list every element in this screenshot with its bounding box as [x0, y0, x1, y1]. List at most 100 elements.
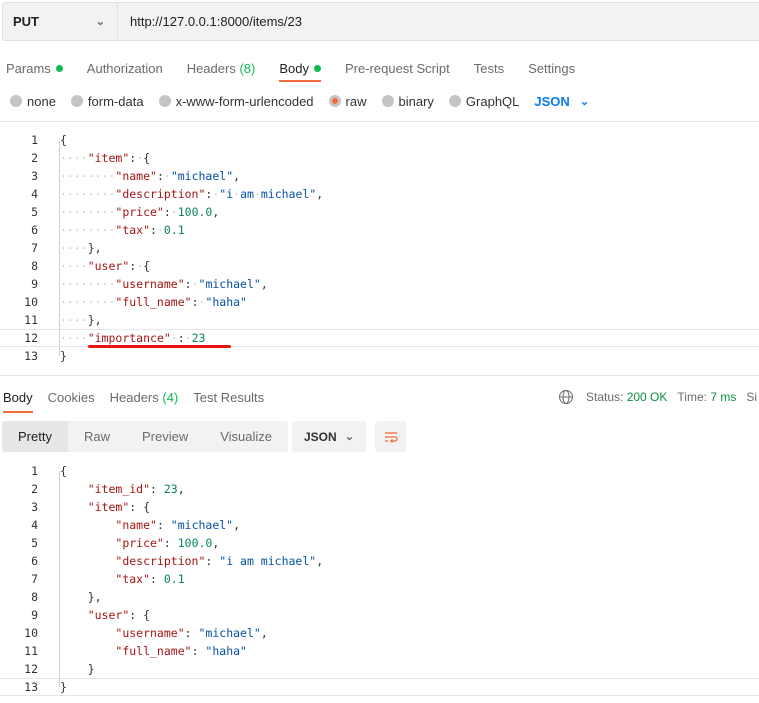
json-punct: { [60, 464, 67, 478]
code-content: "description": "i am michael", [60, 554, 323, 568]
json-punct: :· [150, 223, 164, 237]
radio-circle [328, 95, 341, 107]
json-key: "tax" [115, 572, 151, 586]
code-content: }, [60, 590, 102, 604]
tab-params[interactable]: Params [6, 56, 63, 80]
whitespace: ···· [60, 151, 88, 165]
globe-icon[interactable] [558, 389, 574, 405]
tab-body[interactable]: Body [279, 56, 321, 82]
radio-label: GraphQL [465, 93, 520, 109]
radio-binary[interactable]: binary [381, 93, 434, 109]
json-punct: } [60, 680, 67, 694]
code-line: 13} [0, 678, 759, 696]
json-punct: } [87, 662, 95, 676]
response-status: Status: 200 OK Time: 7 ms Si [558, 389, 757, 405]
view-mode-raw[interactable]: Raw [68, 421, 126, 452]
time-value: 7 ms [710, 390, 737, 404]
code-line: 5 "price": 100.0, [0, 534, 759, 552]
line-number: 13 [24, 349, 38, 363]
code-line: 4 ········ "description":· "i·am·michael", [0, 185, 759, 203]
radio-x-www-form-urlencoded[interactable]: x-www-form-urlencoded [158, 94, 314, 109]
code-content: "user": { [60, 608, 150, 622]
radio-raw[interactable]: raw [328, 93, 367, 109]
url-bar: PUT ⌄ http://127.0.0.1:8000/items/23 [2, 2, 759, 41]
view-mode-visualize[interactable]: Visualize [204, 421, 288, 452]
json-punct: , [233, 518, 241, 532]
json-punct: : [150, 572, 164, 586]
status-value: 200 OK [626, 390, 668, 404]
json-punct: :·{ [129, 259, 151, 273]
radio-label: binary [398, 93, 434, 109]
response-tab-body[interactable]: Body [3, 388, 33, 413]
tab-pre-request-script[interactable]: Pre-request Script [345, 56, 450, 80]
json-punct: :· [191, 295, 206, 309]
code-line: 3 ········ "name":· "michael", [0, 167, 759, 185]
tab-authorization[interactable]: Authorization [87, 56, 163, 80]
json-key: "description" [115, 554, 206, 568]
view-mode-preview[interactable]: Preview [126, 421, 204, 452]
body-format-select[interactable]: JSON ⌄ [534, 94, 589, 109]
line-number: 6 [31, 223, 38, 237]
json-string: "i·am·michael" [219, 187, 317, 201]
method-label: PUT [13, 14, 39, 29]
json-string: "michael" [198, 626, 261, 640]
code-content: "tax": 0.1 [60, 572, 184, 586]
whitespace: ········ [60, 205, 116, 219]
json-key: "item" [87, 500, 130, 514]
code-line: 8 ···· "user":·{ [0, 257, 759, 275]
tab-count: (8) [239, 60, 256, 76]
whitespace: ········ [60, 187, 116, 201]
json-punct: , [233, 169, 241, 183]
json-punct: :·{ [129, 151, 151, 165]
response-tab-test-results[interactable]: Test Results [193, 388, 264, 406]
code-line: 6 "description": "i am michael", [0, 552, 759, 570]
radio-label: raw [345, 93, 367, 109]
code-content: ········ "full_name":· "haha" [60, 295, 247, 309]
tab-headers[interactable]: Headers (8) [187, 56, 256, 80]
code-content: { [60, 133, 67, 147]
line-number: 1 [31, 133, 38, 147]
tab-label: Headers [186, 60, 236, 76]
chevron-down-icon: ⌄ [95, 16, 105, 28]
line-number: 2 [31, 482, 38, 496]
code-content: } [60, 662, 95, 676]
json-key: "price" [115, 536, 164, 550]
code-content: "item": { [60, 500, 150, 514]
request-tabs: Params Authorization Headers (8) Body Pre-re… [6, 56, 599, 82]
code-line: 8 }, [0, 588, 759, 606]
radio-form-data[interactable]: form-data [70, 94, 144, 109]
response-tab-cookies[interactable]: Cookies [48, 388, 95, 406]
json-key: "item" [87, 151, 130, 165]
request-body-editor[interactable]: 1{2 ···· "item":·{3 ········ "name":· "michae… [0, 131, 759, 365]
view-mode-pretty[interactable]: Pretty [2, 421, 68, 452]
code-content: ····}, [60, 313, 102, 327]
json-number: 23 [191, 331, 206, 345]
tab-count: (4) [162, 389, 179, 405]
radio-none[interactable]: none [10, 94, 56, 109]
json-punct: : [163, 536, 178, 550]
url-input[interactable]: http://127.0.0.1:8000/items/23 [118, 14, 302, 29]
tab-settings[interactable]: Settings [528, 56, 575, 80]
json-punct: :· [156, 169, 171, 183]
wrap-lines-button[interactable] [375, 421, 406, 452]
radio-graphql[interactable]: GraphQL [448, 93, 520, 109]
whitespace: ···· [60, 313, 88, 327]
whitespace: ···· [60, 259, 88, 273]
tab-label: Pre-request Script [344, 60, 450, 76]
json-punct: , [316, 554, 324, 568]
line-number: 3 [31, 500, 38, 514]
tab-tests[interactable]: Tests [474, 56, 504, 80]
line-number: 2 [31, 151, 38, 165]
response-format-select[interactable]: JSON ⌄ [292, 421, 366, 452]
line-number: 8 [31, 590, 38, 604]
json-punct: : [184, 626, 199, 640]
response-tab-headers[interactable]: Headers (4) [110, 388, 179, 406]
method-select[interactable]: PUT ⌄ [3, 3, 118, 40]
view-mode-selector: Pretty Raw Preview Visualize [2, 421, 289, 452]
